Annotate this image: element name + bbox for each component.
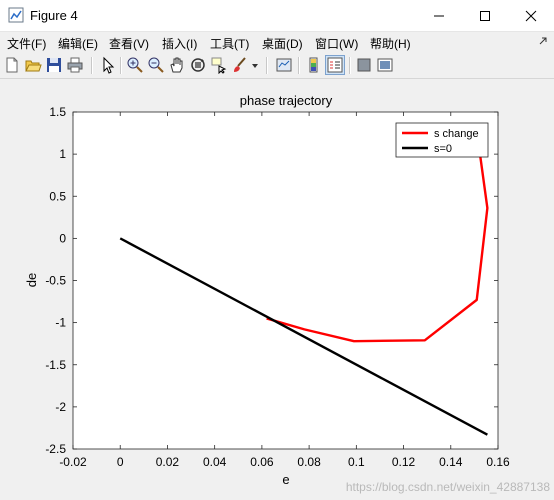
- colorbar-icon[interactable]: [305, 56, 323, 74]
- y-axis-label: de: [24, 273, 39, 287]
- legend-icon[interactable]: [325, 55, 345, 75]
- x-tick-label: -0.02: [59, 455, 87, 469]
- zoom-out-icon[interactable]: [147, 56, 165, 74]
- y-tick-label: -1: [55, 316, 66, 330]
- y-tick-label: 0.5: [49, 189, 66, 203]
- x-tick-label: 0.12: [392, 455, 416, 469]
- save-icon[interactable]: [45, 56, 63, 74]
- y-tick-label: 1.5: [49, 105, 66, 119]
- chart-title: phase trajectory: [240, 93, 333, 108]
- close-button[interactable]: [508, 0, 554, 31]
- menu-help[interactable]: 帮助(H): [370, 35, 411, 52]
- menu-desktop[interactable]: 桌面(D): [262, 35, 303, 52]
- x-tick-label: 0.08: [297, 455, 321, 469]
- maximize-button[interactable]: [462, 0, 508, 31]
- y-tick-label: -2.5: [45, 442, 66, 456]
- y-tick-label: 0: [59, 231, 66, 245]
- close-icon: [525, 10, 537, 21]
- x-tick-label: 0.14: [439, 455, 463, 469]
- legend-label: s change: [434, 128, 479, 140]
- y-tick-label: -1.5: [45, 358, 66, 372]
- plot-svg: phase trajectory e de -0.02 0 0.02 0.04 0.06…: [24, 93, 550, 494]
- menu-edit[interactable]: 编辑(E): [58, 35, 98, 52]
- toolbar-separator: [266, 57, 268, 74]
- x-tick-label: 0.06: [250, 455, 274, 469]
- hide-plot-tools-icon[interactable]: [355, 56, 373, 74]
- legend-label: s=0: [434, 143, 452, 155]
- link-plot-icon[interactable]: [275, 56, 293, 74]
- show-plot-tools-icon[interactable]: [376, 56, 394, 74]
- y-tick-label: -0.5: [45, 274, 66, 288]
- menu-tools[interactable]: 工具(T): [210, 35, 249, 52]
- new-figure-icon[interactable]: [3, 56, 21, 74]
- window-title: Figure 4: [30, 8, 78, 23]
- menu-view[interactable]: 查看(V): [109, 35, 149, 52]
- menu-file[interactable]: 文件(F): [7, 35, 46, 52]
- matlab-figure-icon: [8, 7, 24, 23]
- open-file-icon[interactable]: [24, 56, 42, 74]
- toolbar-separator: [120, 57, 122, 74]
- toolbar-separator: [349, 57, 351, 74]
- x-tick-label: 0: [117, 455, 124, 469]
- figure-canvas: phase trajectory e de -0.02 0 0.02 0.04 0.06…: [0, 79, 554, 495]
- figure-toolbar: [0, 53, 554, 79]
- minimize-icon: [434, 15, 444, 16]
- data-cursor-icon[interactable]: [210, 56, 228, 74]
- x-tick-label: 0.1: [348, 455, 365, 469]
- toolbar-separator: [91, 57, 93, 74]
- axes-area[interactable]: [72, 111, 499, 450]
- brush-dropdown-icon[interactable]: [250, 56, 260, 74]
- x-tick-label: 0.02: [156, 455, 180, 469]
- y-tick-label: 1: [59, 147, 66, 161]
- toolbar-separator: [298, 57, 300, 74]
- x-tick-label: 0.04: [203, 455, 227, 469]
- edit-plot-arrow-icon[interactable]: [99, 56, 117, 74]
- menu-insert[interactable]: 插入(I): [162, 35, 197, 52]
- title-bar: Figure 4: [0, 0, 554, 32]
- watermark-text: https://blog.csdn.net/weixin_42887138: [346, 480, 550, 494]
- pan-hand-icon[interactable]: [168, 56, 186, 74]
- zoom-in-icon[interactable]: [126, 56, 144, 74]
- x-tick-label: 0.16: [486, 455, 510, 469]
- legend-box[interactable]: s change s=0: [395, 122, 489, 158]
- menu-window[interactable]: 窗口(W): [315, 35, 358, 52]
- menu-bar: 文件(F) 编辑(E) 查看(V) 插入(I) 工具(T) 桌面(D) 窗口(W…: [0, 32, 554, 52]
- maximize-icon: [480, 10, 490, 21]
- x-axis-label: e: [282, 472, 289, 487]
- brush-icon[interactable]: [231, 56, 249, 74]
- minimize-button[interactable]: [416, 0, 462, 31]
- rotate-3d-icon[interactable]: [189, 56, 207, 74]
- menu-dock-arrow-icon[interactable]: [538, 36, 548, 48]
- print-icon[interactable]: [66, 56, 84, 74]
- y-tick-label: -2: [55, 400, 66, 414]
